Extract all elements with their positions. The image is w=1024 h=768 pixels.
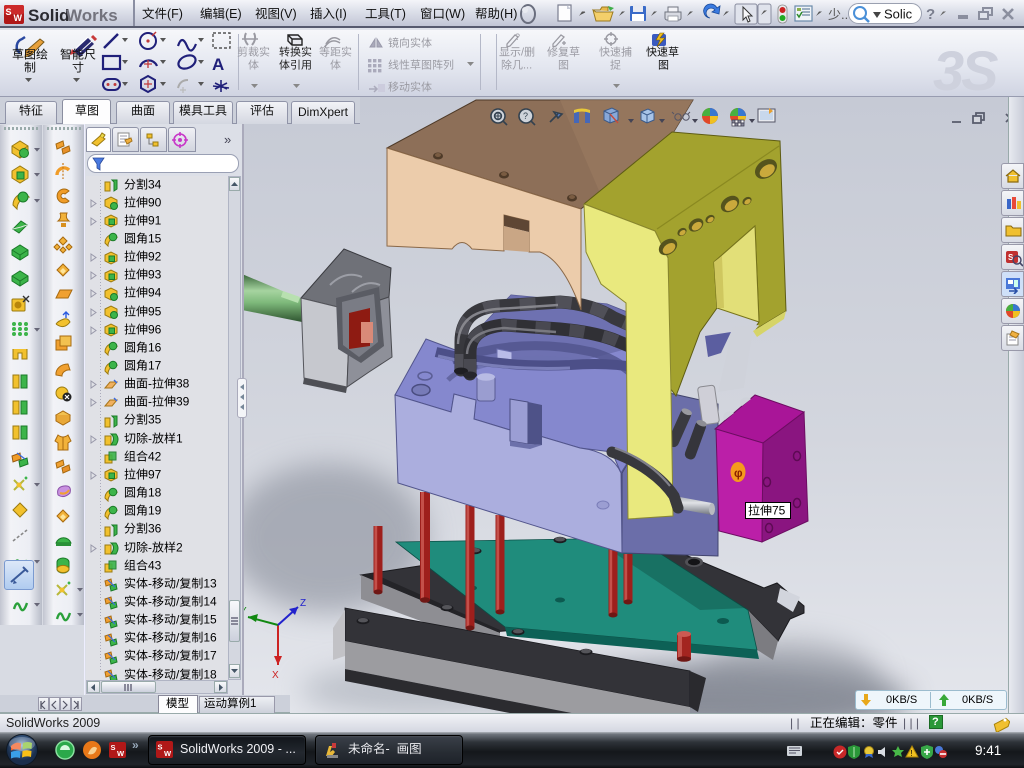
svg-text:/: /: [176, 577, 180, 591]
svg-text:91: 91: [148, 214, 162, 228]
svg-text:1: 1: [176, 432, 183, 446]
svg-text:Works: Works: [66, 6, 118, 25]
svg-text:!: !: [911, 749, 913, 758]
svg-text:Solic: Solic: [884, 7, 913, 22]
svg-text:/: /: [521, 47, 525, 59]
svg-text:-: -: [148, 631, 152, 645]
svg-text:43: 43: [148, 559, 162, 573]
svg-text:35: 35: [148, 413, 162, 427]
svg-text:W: W: [164, 749, 172, 758]
svg-text:少..: 少..: [828, 7, 848, 22]
svg-text:A: A: [212, 55, 224, 74]
svg-text:19: 19: [148, 504, 162, 518]
svg-text:?: ?: [926, 6, 935, 23]
svg-text:(W): (W): [445, 7, 465, 21]
svg-text:-: -: [148, 432, 152, 446]
svg-text:(T): (T): [390, 7, 406, 21]
svg-text:17: 17: [148, 359, 162, 373]
svg-text:-: -: [148, 595, 152, 609]
svg-text:42: 42: [148, 450, 162, 464]
svg-text:-: -: [148, 613, 152, 627]
svg-text:-: -: [386, 742, 390, 756]
svg-text:94: 94: [148, 286, 162, 300]
svg-text:W: W: [14, 13, 23, 23]
svg-text:S: S: [6, 7, 12, 17]
svg-text:14: 14: [203, 595, 217, 609]
svg-text:?: ?: [515, 32, 520, 42]
svg-text:-: -: [148, 577, 152, 591]
svg-text:X: X: [272, 670, 279, 681]
svg-text:-: -: [148, 395, 152, 409]
svg-text:/: /: [176, 613, 180, 627]
svg-text:13: 13: [203, 577, 217, 591]
svg-text:39: 39: [176, 395, 190, 409]
svg-text:Solid: Solid: [28, 6, 70, 25]
svg-text:Z: Z: [300, 598, 306, 609]
svg-text:75: 75: [772, 504, 786, 518]
svg-text:97: 97: [148, 468, 162, 482]
svg-text:/: /: [176, 631, 180, 645]
svg-text:S: S: [111, 743, 116, 752]
svg-text:15: 15: [203, 613, 217, 627]
svg-text:18: 18: [148, 486, 162, 500]
svg-text:-: -: [148, 541, 152, 555]
svg-text:16: 16: [148, 341, 162, 355]
svg-text:-: -: [148, 377, 152, 391]
svg-text:96: 96: [148, 323, 162, 337]
svg-text:17: 17: [203, 649, 217, 663]
svg-text:1: 1: [250, 698, 256, 710]
svg-text:2: 2: [176, 541, 183, 555]
svg-text:34: 34: [148, 178, 162, 192]
svg-text:-: -: [148, 649, 152, 663]
svg-text:/: /: [176, 649, 180, 663]
svg-text:93: 93: [148, 268, 162, 282]
svg-text:...: ...: [523, 59, 532, 71]
svg-text:φ: φ: [734, 466, 743, 480]
svg-text:38: 38: [176, 377, 190, 391]
svg-text:(V): (V): [280, 7, 297, 21]
svg-text:90: 90: [148, 196, 162, 210]
svg-text:W: W: [117, 749, 125, 758]
svg-text:(F): (F): [167, 7, 183, 21]
svg-text:16: 16: [203, 631, 217, 645]
svg-text:92: 92: [148, 250, 162, 264]
svg-text:?: ?: [523, 111, 528, 121]
svg-text:36: 36: [148, 522, 162, 536]
svg-text:(I): (I): [335, 7, 347, 21]
svg-text:S: S: [158, 743, 163, 752]
svg-text:/: /: [176, 595, 180, 609]
svg-text:95: 95: [148, 305, 162, 319]
svg-text:(E): (E): [225, 7, 242, 21]
svg-text:15: 15: [148, 232, 162, 246]
